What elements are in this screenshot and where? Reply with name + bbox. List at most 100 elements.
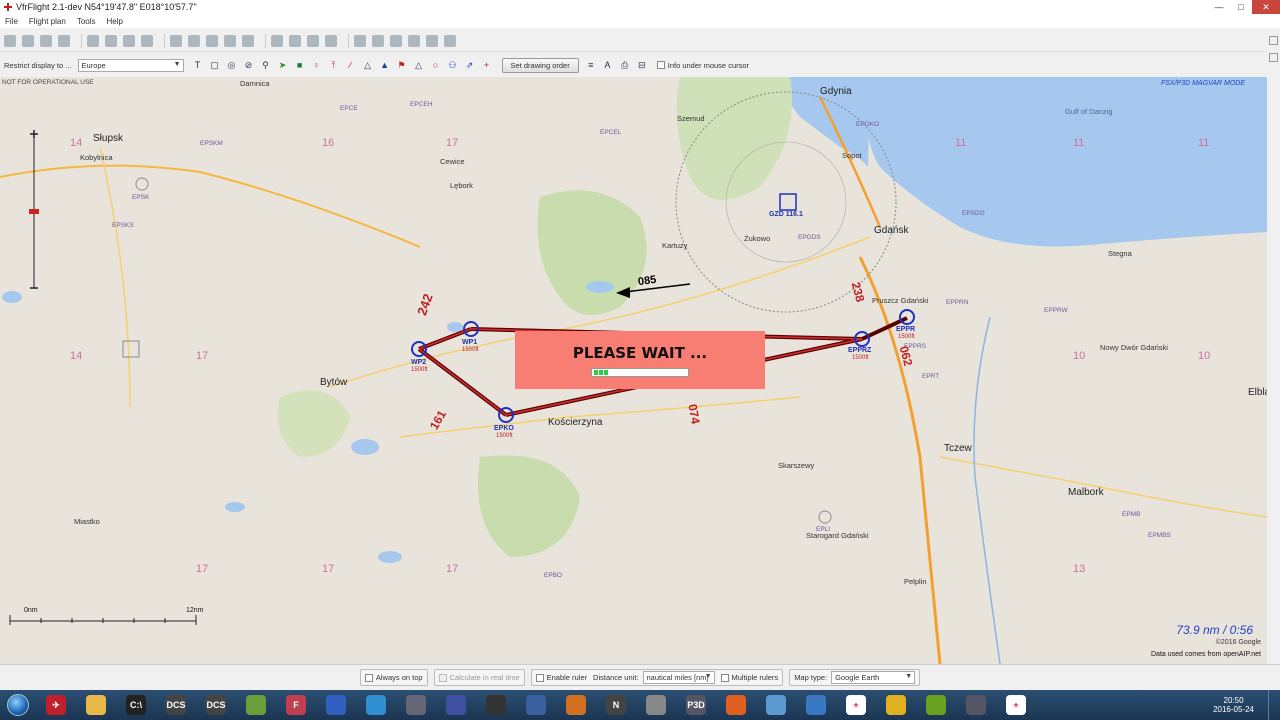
menu-help[interactable]: Help — [107, 17, 123, 26]
waypoint-tool-icon[interactable]: ⚇ — [447, 59, 459, 71]
grid-icon[interactable] — [224, 34, 236, 47]
taskbar-n-app[interactable]: N — [597, 691, 635, 719]
settings-icon[interactable] — [325, 34, 337, 47]
pencil-icon[interactable] — [354, 34, 366, 47]
waypoint-epko[interactable]: EPKO — [494, 425, 514, 432]
taskbar-p3d-app[interactable]: P3D — [677, 691, 715, 719]
taskbar-tools-app[interactable] — [637, 691, 675, 719]
taskbar-disc-app[interactable] — [477, 691, 515, 719]
taskbar-nvidia[interactable] — [917, 691, 955, 719]
cross-tool-icon[interactable]: ⊘ — [243, 59, 255, 71]
flag-tool-icon[interactable]: ⚑ — [396, 59, 408, 71]
save-as-icon[interactable] — [58, 34, 70, 47]
list-icon[interactable] — [372, 34, 384, 47]
taskbar-flightsim-app[interactable]: ✈ — [37, 691, 75, 719]
new-icon[interactable] — [4, 34, 16, 47]
taskbar-dcs-2[interactable]: DCS — [197, 691, 235, 719]
open-icon[interactable] — [22, 34, 34, 47]
info-under-cursor-checkbox[interactable] — [656, 61, 665, 69]
import-icon[interactable] — [87, 34, 99, 47]
always-on-top-group[interactable]: Always on top — [359, 669, 428, 686]
wind-tool-icon[interactable]: ⇗ — [464, 59, 476, 71]
close-button[interactable]: ✕ — [1252, 0, 1280, 14]
layer-icon[interactable] — [206, 34, 218, 47]
multiple-rulers-checkbox[interactable] — [720, 673, 729, 682]
taskbar-dcs-1[interactable]: DCS — [157, 691, 195, 719]
taskbar-cloud-app[interactable] — [357, 691, 395, 719]
set-drawing-order-button[interactable]: Set drawing order — [501, 57, 579, 73]
waypoint-wp2[interactable]: WP2 — [411, 359, 426, 366]
circle-tool-icon[interactable]: ○ — [430, 59, 442, 71]
stack-icon[interactable]: ⊟ — [636, 59, 648, 71]
link-tool-icon[interactable]: ⚲ — [260, 59, 272, 71]
plane-icon[interactable] — [408, 34, 420, 47]
taskbar-notepad[interactable] — [237, 691, 275, 719]
enable-ruler-checkbox[interactable] — [535, 673, 544, 682]
waypoint-epprz[interactable]: EPPRZ — [848, 347, 871, 354]
chat-icon[interactable] — [426, 34, 438, 47]
text-style-icon[interactable]: Ꭺ — [602, 59, 614, 71]
taskbar-sim-app[interactable] — [437, 691, 475, 719]
chart-icon[interactable] — [242, 34, 254, 47]
layers-icon[interactable]: ≡ — [585, 59, 597, 71]
pin-tool-icon[interactable]: ♀ — [311, 59, 323, 71]
route-tool-icon[interactable]: ∕ — [345, 59, 357, 71]
taskbar-flag-app[interactable]: F — [277, 691, 315, 719]
redo-icon[interactable] — [188, 34, 200, 47]
waypoint-wp1[interactable]: WP1 — [462, 339, 477, 346]
taskbar-vfr-app-2[interactable]: + — [997, 691, 1035, 719]
height-tool-icon[interactable]: ⤒ — [328, 59, 340, 71]
system-clock[interactable]: 20:50 2016-05-24 — [1213, 690, 1254, 720]
taskbar-stripe-app[interactable] — [957, 691, 995, 719]
triangle-outline-icon[interactable]: △ — [362, 59, 374, 71]
taskbar-vfr-app[interactable]: + — [837, 691, 875, 719]
menu-file[interactable]: File — [5, 17, 18, 26]
doc-icon[interactable] — [307, 34, 319, 47]
taskbar-cube-app[interactable] — [397, 691, 435, 719]
taskbar-chrome[interactable] — [877, 691, 915, 719]
text-tool-icon[interactable]: T — [192, 59, 204, 71]
export-icon[interactable] — [105, 34, 117, 47]
ruler-icon[interactable] — [141, 34, 153, 47]
print-map-icon[interactable]: ⎙ — [619, 59, 631, 71]
restrict-select[interactable]: Europe ▼ — [77, 58, 184, 72]
taskbar-mail-app[interactable] — [797, 691, 835, 719]
minimize-button[interactable]: — — [1208, 0, 1230, 14]
taskbar-save-app[interactable] — [317, 691, 355, 719]
globe-icon[interactable] — [444, 34, 456, 47]
menu-flight-plan[interactable]: Flight plan — [29, 17, 66, 26]
taskbar-gear-app[interactable] — [557, 691, 595, 719]
always-on-top-checkbox[interactable] — [364, 673, 373, 682]
search-icon[interactable] — [123, 34, 135, 47]
arrow-tool-icon[interactable]: ➤ — [277, 59, 289, 71]
taskbar-cmd[interactable]: C:\ — [117, 691, 155, 719]
map-view[interactable]: NOT FOR OPERATIONAL USE FSX/P3D MAGVAR M… — [0, 77, 1267, 664]
taskbar-explorer[interactable] — [77, 691, 115, 719]
map-tool-icon[interactable]: ■ — [294, 59, 306, 71]
print-icon[interactable] — [271, 34, 283, 47]
frame-tool-icon[interactable]: ▢ — [209, 59, 221, 71]
taskbar-weather-app[interactable] — [757, 691, 795, 719]
taskbar-lock-app[interactable] — [517, 691, 555, 719]
vor-gzd[interactable]: GZD 116.1 — [769, 211, 803, 218]
waypoint-eppr[interactable]: EPPR — [896, 326, 915, 333]
grid-altitude: 11 — [1073, 137, 1085, 149]
triangle-filled-icon[interactable]: ▲ — [379, 59, 391, 71]
maximize-button[interactable]: □ — [1230, 0, 1252, 14]
crosshair-tool-icon[interactable]: + — [481, 59, 493, 71]
target-tool-icon[interactable]: ◎ — [226, 59, 238, 71]
zoom-slider[interactable] — [27, 130, 41, 290]
start-button[interactable] — [0, 690, 36, 720]
map-type-select[interactable]: Google Earth ▼ — [831, 671, 916, 684]
menu-tools[interactable]: Tools — [77, 17, 96, 26]
airport-tool-icon[interactable]: △ — [413, 59, 425, 71]
show-desktop-button[interactable] — [1268, 690, 1280, 720]
undo-icon[interactable] — [170, 34, 182, 47]
save-icon[interactable] — [40, 34, 52, 47]
taskbar-firefox[interactable] — [717, 691, 755, 719]
table-icon[interactable] — [289, 34, 301, 47]
expand-icon[interactable] — [1269, 36, 1278, 45]
grid-toggle-icon[interactable] — [1269, 53, 1278, 62]
calc-icon[interactable] — [390, 34, 402, 47]
distance-unit-select[interactable]: nautical miles [nm] ▼ — [642, 671, 715, 684]
